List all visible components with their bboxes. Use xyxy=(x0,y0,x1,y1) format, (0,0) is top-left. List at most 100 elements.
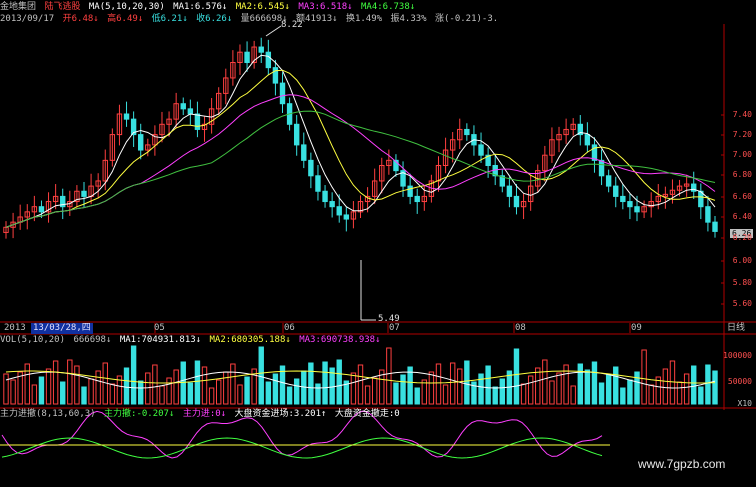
price-tick-label: 7.20 xyxy=(732,130,752,139)
candle-body xyxy=(180,103,186,110)
candle-body xyxy=(605,175,612,187)
volume-bar xyxy=(138,380,144,405)
candle-body xyxy=(464,128,470,136)
month-08: 08 xyxy=(515,323,526,333)
indicator-line xyxy=(1,437,603,459)
volume-bar xyxy=(400,374,406,405)
volume-bar xyxy=(591,361,598,405)
candle-body xyxy=(329,201,335,208)
candle-body xyxy=(620,195,626,203)
candle-body xyxy=(634,206,640,213)
candle-body xyxy=(591,144,598,161)
volume-bar xyxy=(95,370,101,405)
volume-bar xyxy=(698,386,704,405)
year-label: 2013 xyxy=(4,323,26,333)
volume-bar xyxy=(662,368,669,405)
indicator-header: 主力进撤(8,13,60,3) 主力撤:-0.207↓ 主力进:0↓ 大盘资金进… xyxy=(0,409,403,420)
volume-bar xyxy=(499,378,506,405)
candle-body xyxy=(38,206,45,213)
volume-bar xyxy=(45,368,52,405)
selected-date: 13/03/28,四 xyxy=(31,323,93,334)
price-tick-label: 6.60 xyxy=(732,192,752,201)
price-tick-label: 5.80 xyxy=(732,278,752,287)
volume-bar xyxy=(428,371,435,405)
price-tick-label: 6.00 xyxy=(732,256,752,265)
volume-bar xyxy=(584,369,591,405)
volume-bar xyxy=(272,373,279,405)
volume-bar xyxy=(393,382,399,405)
candle-body xyxy=(407,185,413,197)
volume-bar xyxy=(485,365,491,405)
volume-bar xyxy=(712,370,718,405)
volume-bar xyxy=(38,376,45,405)
volume-bar xyxy=(180,361,186,405)
volume-bar xyxy=(357,364,364,405)
volume-bar xyxy=(322,361,328,405)
volume-bar xyxy=(293,378,300,405)
volume-bar xyxy=(145,372,151,405)
candle-body xyxy=(478,144,484,156)
volume-bar xyxy=(152,364,158,405)
volume-bar xyxy=(216,379,222,405)
high-price-marker: 8.22 xyxy=(281,20,303,30)
price-tick-label: 6.20 xyxy=(732,233,752,242)
volume-bar xyxy=(457,368,463,405)
candle-body xyxy=(343,214,350,220)
volume-bar xyxy=(350,372,357,405)
price-tick-label: 6.80 xyxy=(732,170,752,179)
vol-label: VOL(5,10,20) xyxy=(0,335,66,345)
volume-bar xyxy=(527,375,534,405)
candle-body xyxy=(414,195,420,203)
volume-bar xyxy=(364,385,371,405)
candle-body xyxy=(244,51,250,64)
volume-bar xyxy=(570,385,576,405)
volume-bar xyxy=(492,386,498,405)
volume-bar xyxy=(230,363,236,405)
volume-bar xyxy=(166,377,172,405)
volume-bar xyxy=(620,387,626,405)
price-tick-label: 6.40 xyxy=(732,212,752,221)
vol-tick-100000: 100000 xyxy=(723,351,752,360)
volume-bar xyxy=(31,384,38,405)
vol-value: 666698↓ xyxy=(73,335,112,345)
vol-ma2: MA2:680305.188↓ xyxy=(209,335,291,345)
candle-body xyxy=(322,190,328,203)
volume-bar xyxy=(10,379,16,405)
volume-bar xyxy=(173,369,179,405)
candle-body xyxy=(293,123,300,146)
candle-body xyxy=(81,190,87,197)
candle-body xyxy=(272,67,279,84)
vol-tick-50000: 50000 xyxy=(727,377,752,386)
volume-bar xyxy=(109,383,116,405)
candle-body xyxy=(258,46,264,53)
volume-bar xyxy=(159,385,165,405)
volume-bar xyxy=(265,381,272,405)
volume-bar xyxy=(74,365,80,405)
month-07: 07 xyxy=(389,323,400,333)
vol-ma1: MA1:704931.813↓ xyxy=(119,335,202,345)
volume-bar xyxy=(549,380,555,405)
volume-bar xyxy=(556,372,562,405)
volume-bar xyxy=(3,373,9,405)
volume-bar xyxy=(683,373,690,405)
vol-ma3: MA3:690738.938↓ xyxy=(299,335,381,345)
volume-bar xyxy=(542,359,548,405)
volume-bar xyxy=(223,371,229,405)
price-tick-label: 7.00 xyxy=(732,150,752,159)
volume-bar xyxy=(258,346,264,405)
indicator-label: 主力进撤(8,13,60,3) xyxy=(0,409,96,419)
price-tick-label: 5.60 xyxy=(732,299,752,308)
volume-bar xyxy=(315,383,321,405)
indicator-market-in: 大盘资金进场:3.201↑ xyxy=(234,409,327,419)
candle-body xyxy=(279,82,286,105)
volume-bar xyxy=(88,378,94,405)
volume-bar xyxy=(81,386,87,405)
volume-bar xyxy=(187,382,194,405)
volume-bar xyxy=(414,387,420,405)
volume-bar xyxy=(648,384,654,405)
volume-bar xyxy=(123,367,130,405)
volume-bar xyxy=(577,363,583,405)
period-label[interactable]: 日线 xyxy=(727,323,745,334)
volume-bar xyxy=(371,377,378,405)
volume-bar xyxy=(676,381,683,405)
